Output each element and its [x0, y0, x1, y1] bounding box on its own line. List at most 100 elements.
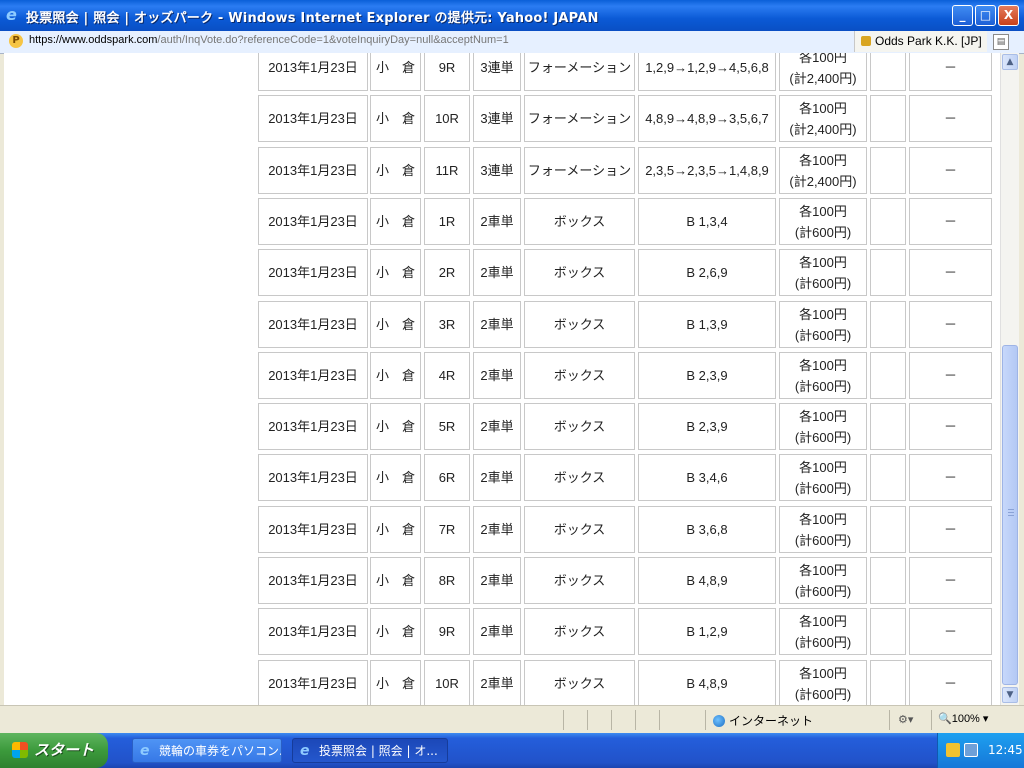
amount-total: (計600円): [794, 224, 852, 240]
security-report-button[interactable]: Odds Park K.K. [JP]: [854, 31, 987, 52]
amount-each: 各100円: [799, 100, 847, 116]
date-cell: 2013年1月23日: [258, 660, 368, 705]
globe-icon: [713, 715, 725, 727]
vertical-scrollbar[interactable]: ▲ ▼: [1000, 53, 1019, 705]
numbers-cell: 2,3,5→2,3,5→1,4,8,9: [638, 147, 776, 194]
numbers-cell: B 4,8,9: [638, 660, 776, 705]
scrollbar-thumb[interactable]: [1002, 345, 1018, 685]
numbers-cell: B 3,6,8: [638, 506, 776, 553]
race-cell: 9R: [424, 608, 470, 655]
amount-total: (計600円): [794, 378, 852, 394]
result-cell: －: [909, 403, 992, 450]
extra-cell: [870, 301, 906, 348]
venue-cell: 小 倉: [370, 608, 421, 655]
numbers-cell: 4,8,9→4,8,9→3,5,6,7: [638, 95, 776, 142]
amount-cell: 各100円 (計600円): [779, 660, 867, 705]
security-shield-icon[interactable]: [946, 743, 960, 757]
numbers-cell: B 1,3,9: [638, 301, 776, 348]
amount-total: (計600円): [794, 583, 852, 599]
security-zone[interactable]: インターネット: [713, 712, 813, 729]
race-cell: 10R: [424, 660, 470, 705]
method-cell: ボックス: [524, 660, 635, 705]
url-scheme: https://: [29, 34, 63, 46]
bet-type-cell: 2車単: [473, 660, 521, 705]
amount-each: 各100円: [799, 511, 847, 527]
amount-total: (計600円): [794, 686, 852, 702]
window-title-bar[interactable]: e 投票照会 | 照会 | オッズパーク - Windows Internet …: [0, 0, 1024, 31]
amount-total: (計600円): [794, 480, 852, 496]
scroll-down-arrow-icon[interactable]: ▼: [1002, 687, 1018, 703]
windows-logo-icon: [12, 742, 28, 758]
extra-cell: [870, 608, 906, 655]
ime-icon[interactable]: [964, 743, 978, 757]
taskbar-item-keirin-page[interactable]: e 競輪の車券をパソコン...: [132, 738, 282, 763]
extra-cell: [870, 95, 906, 142]
race-cell: 2R: [424, 249, 470, 296]
taskbar-item-vote-inquiry[interactable]: e 投票照会 | 照会 | オ...: [292, 738, 448, 763]
site-favicon-icon: P: [9, 34, 23, 48]
bet-type-cell: 2車単: [473, 506, 521, 553]
result-cell: －: [909, 249, 992, 296]
date-cell: 2013年1月23日: [258, 198, 368, 245]
bet-type-cell: 2車単: [473, 403, 521, 450]
address-bar[interactable]: P https://www.oddspark.com/auth/InqVote.…: [0, 31, 1024, 54]
amount-cell: 各100円 (計2,400円): [779, 147, 867, 194]
scroll-up-arrow-icon[interactable]: ▲: [1002, 54, 1018, 70]
extra-cell: [870, 660, 906, 705]
url-host: www.oddspark.com: [62, 34, 158, 46]
date-cell: 2013年1月23日: [258, 454, 368, 501]
minimize-button[interactable]: _: [952, 5, 973, 26]
result-cell: －: [909, 506, 992, 553]
bet-type-cell: 2車単: [473, 198, 521, 245]
internet-explorer-icon: e: [6, 5, 17, 24]
clock: 12:45: [988, 743, 1023, 757]
extra-cell: [870, 454, 906, 501]
date-cell: 2013年1月23日: [258, 608, 368, 655]
extra-cell: [870, 506, 906, 553]
certificate-owner: Odds Park K.K. [JP]: [875, 34, 982, 48]
bet-type-cell: 3連単: [473, 95, 521, 142]
result-cell: －: [909, 198, 992, 245]
page-content: 2013年1月23日小 倉 9R 3連単 フォーメーション 1,2,9→1,2,9→4,…: [4, 53, 1000, 705]
amount-cell: 各100円 (計600円): [779, 506, 867, 553]
maximize-button[interactable]: □: [975, 5, 996, 26]
venue-cell: 小 倉: [370, 53, 421, 91]
amount-total: (計600円): [794, 532, 852, 548]
result-cell: －: [909, 557, 992, 604]
method-cell: ボックス: [524, 454, 635, 501]
amount-total: (計600円): [794, 327, 852, 343]
internet-explorer-icon: e: [300, 743, 310, 759]
taskbar: スタート e 競輪の車券をパソコン... e 投票照会 | 照会 | オ... 12…: [0, 733, 1024, 768]
method-cell: ボックス: [524, 506, 635, 553]
bet-type-cell: 3連単: [473, 147, 521, 194]
extra-cell: [870, 403, 906, 450]
numbers-cell: B 1,3,4: [638, 198, 776, 245]
result-cell: －: [909, 53, 992, 91]
amount-each: 各100円: [799, 613, 847, 629]
date-cell: 2013年1月23日: [258, 147, 368, 194]
venue-cell: 小 倉: [370, 557, 421, 604]
numbers-cell: B 3,4,6: [638, 454, 776, 501]
amount-each: 各100円: [799, 254, 847, 270]
compatibility-view-icon[interactable]: ▤: [993, 34, 1009, 50]
extra-cell: [870, 147, 906, 194]
method-cell: ボックス: [524, 249, 635, 296]
race-cell: 1R: [424, 198, 470, 245]
amount-total: (計600円): [794, 275, 852, 291]
protected-mode-icon[interactable]: ⚙▾: [898, 713, 913, 726]
zoom-level-button[interactable]: 🔍100% ▾: [938, 712, 988, 725]
close-button[interactable]: X: [998, 5, 1019, 26]
method-cell: ボックス: [524, 198, 635, 245]
url-text[interactable]: https://www.oddspark.com/auth/InqVote.do…: [29, 34, 509, 46]
start-button[interactable]: スタート: [0, 733, 108, 768]
status-bar: インターネット ⚙▾ 🔍100% ▾: [0, 705, 1024, 734]
amount-cell: 各100円 (計2,400円): [779, 95, 867, 142]
zone-label: インターネット: [729, 714, 814, 728]
amount-total: (計600円): [794, 634, 852, 650]
race-cell: 8R: [424, 557, 470, 604]
method-cell: フォーメーション: [524, 147, 635, 194]
amount-cell: 各100円 (計600円): [779, 454, 867, 501]
amount-each: 各100円: [799, 562, 847, 578]
result-cell: －: [909, 352, 992, 399]
taskbar-item-label: 投票照会 | 照会 | オ...: [319, 744, 438, 758]
